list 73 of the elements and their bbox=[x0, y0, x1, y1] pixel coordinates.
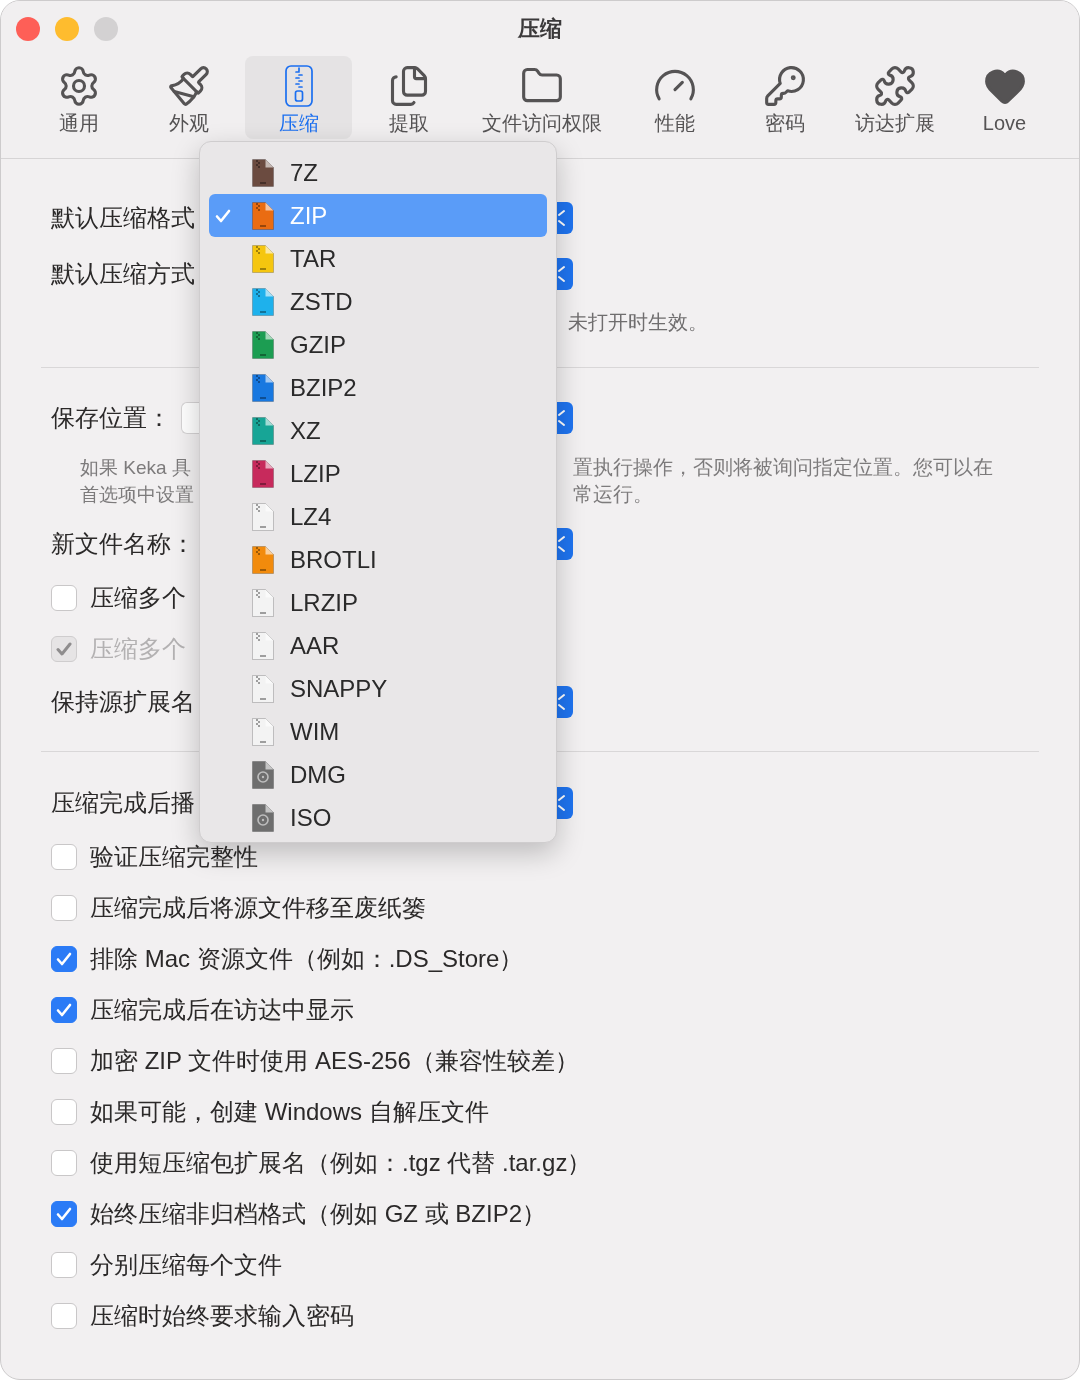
menu-item[interactable]: XZ bbox=[209, 409, 547, 452]
menu-item[interactable]: BZIP2 bbox=[209, 366, 547, 409]
toolbar-tab[interactable]: 密码 bbox=[731, 56, 838, 139]
checkbox[interactable] bbox=[51, 584, 77, 611]
up-down-chevron-icon[interactable] bbox=[557, 528, 573, 560]
checkbox[interactable] bbox=[51, 1098, 77, 1125]
toolbar-tab[interactable]: 访达扩展 bbox=[841, 56, 948, 139]
checkbox-label[interactable]: 始终压缩非归档格式（例如 GZ 或 BZIP2） bbox=[90, 1199, 547, 1228]
toolbar-tab[interactable]: Love bbox=[951, 56, 1058, 139]
checkbox-label[interactable]: 加密 ZIP 文件时使用 AES-256（兼容性较差） bbox=[90, 1046, 579, 1075]
checkmark-icon bbox=[56, 1206, 72, 1221]
setting-label: 默认压缩格式 bbox=[51, 204, 195, 232]
toolbar-tab[interactable]: 外观 bbox=[135, 56, 242, 139]
up-down-chevron-icon[interactable] bbox=[557, 686, 573, 718]
up-down-chevron-icon[interactable] bbox=[557, 258, 573, 290]
setting-label: 压缩完成后播 bbox=[51, 789, 195, 817]
key-icon bbox=[762, 64, 807, 108]
checkbox[interactable] bbox=[51, 843, 77, 870]
menu-item[interactable]: LZIP bbox=[209, 452, 547, 495]
minimize-button[interactable] bbox=[55, 16, 79, 41]
checkbox-label[interactable]: 排除 Mac 资源文件（例如：.DS_Store） bbox=[90, 944, 524, 973]
menu-item[interactable]: BROTLI bbox=[209, 538, 547, 581]
help-text: 置执行操作，否则将被询问指定位置。您可以在 常运行。 bbox=[572, 455, 993, 507]
setting-label: 默认压缩方式 bbox=[51, 260, 195, 288]
window-title: 压缩 bbox=[518, 14, 562, 43]
checkbox-label[interactable]: 分别压缩每个文件 bbox=[90, 1250, 282, 1279]
checkbox-label[interactable]: 压缩时始终要求输入密码 bbox=[90, 1301, 354, 1330]
checkbox-label[interactable]: 压缩完成后在访达中显示 bbox=[90, 995, 354, 1024]
toolbar-tab[interactable]: 性能 bbox=[621, 56, 728, 139]
setting-label: 保存位置： bbox=[51, 404, 171, 432]
up-down-chevron-icon[interactable] bbox=[557, 402, 573, 434]
menu-item[interactable]: ZSTD bbox=[209, 280, 547, 323]
checkbox-label[interactable]: 使用短压缩包扩展名（例如：.tgz 代替 .tar.gz） bbox=[90, 1148, 592, 1177]
toolbar-tab[interactable]: 文件访问权限 bbox=[465, 56, 618, 139]
checkbox[interactable] bbox=[51, 996, 77, 1023]
menu-item[interactable]: DMG bbox=[209, 753, 547, 796]
menu-item[interactable]: ISO bbox=[209, 796, 547, 839]
setting-label: 保持源扩展名 bbox=[51, 688, 195, 716]
checkbox-label[interactable]: 如果可能，创建 Windows 自解压文件 bbox=[90, 1097, 489, 1126]
toolbar-tab[interactable]: 压缩 bbox=[245, 56, 352, 139]
puzzle-icon bbox=[872, 64, 917, 108]
checkmark-icon bbox=[56, 951, 72, 966]
up-down-chevron-icon[interactable] bbox=[557, 787, 573, 819]
checkbox[interactable] bbox=[51, 1149, 77, 1176]
checkmark-icon bbox=[215, 208, 231, 223]
help-text: 如果 Keka 具 首选项中设置 bbox=[80, 456, 195, 507]
toolbar-tab[interactable]: 通用 bbox=[25, 56, 132, 139]
menu-item[interactable]: WIM bbox=[209, 710, 547, 753]
checkbox[interactable] bbox=[51, 1200, 77, 1227]
checkbox-label[interactable]: 验证压缩完整性 bbox=[90, 842, 258, 871]
menu-item[interactable]: AAR bbox=[209, 624, 547, 667]
checkbox[interactable] bbox=[51, 945, 77, 972]
checkmark-icon bbox=[56, 1002, 72, 1017]
up-down-chevron-icon[interactable] bbox=[557, 202, 573, 234]
checkbox[interactable] bbox=[51, 1047, 77, 1074]
checkbox[interactable] bbox=[51, 1251, 77, 1278]
toolbar-tab[interactable]: 提取 bbox=[355, 56, 462, 139]
menu-item[interactable]: GZIP bbox=[209, 323, 547, 366]
checkbox-label[interactable]: 压缩多个 bbox=[90, 583, 186, 612]
setting-label: 新文件名称： bbox=[51, 530, 195, 558]
popup-field[interactable] bbox=[181, 402, 199, 434]
paintbrush-icon bbox=[166, 64, 211, 108]
checkbox[interactable] bbox=[51, 1302, 77, 1329]
checkbox[interactable] bbox=[51, 894, 77, 921]
menu-item[interactable]: TAR bbox=[209, 237, 547, 280]
note-text: 未打开时生效。 bbox=[567, 310, 708, 335]
menu-item[interactable]: LZ4 bbox=[209, 495, 547, 538]
checkmark-icon bbox=[56, 641, 72, 656]
menu-item[interactable]: LRZIP bbox=[209, 581, 547, 624]
menu-item[interactable]: SNAPPY bbox=[209, 667, 547, 710]
menu-item[interactable]: 7Z bbox=[209, 151, 547, 194]
close-button[interactable] bbox=[16, 16, 40, 41]
checkbox-label[interactable]: 压缩完成后将源文件移至废纸篓 bbox=[90, 893, 426, 922]
